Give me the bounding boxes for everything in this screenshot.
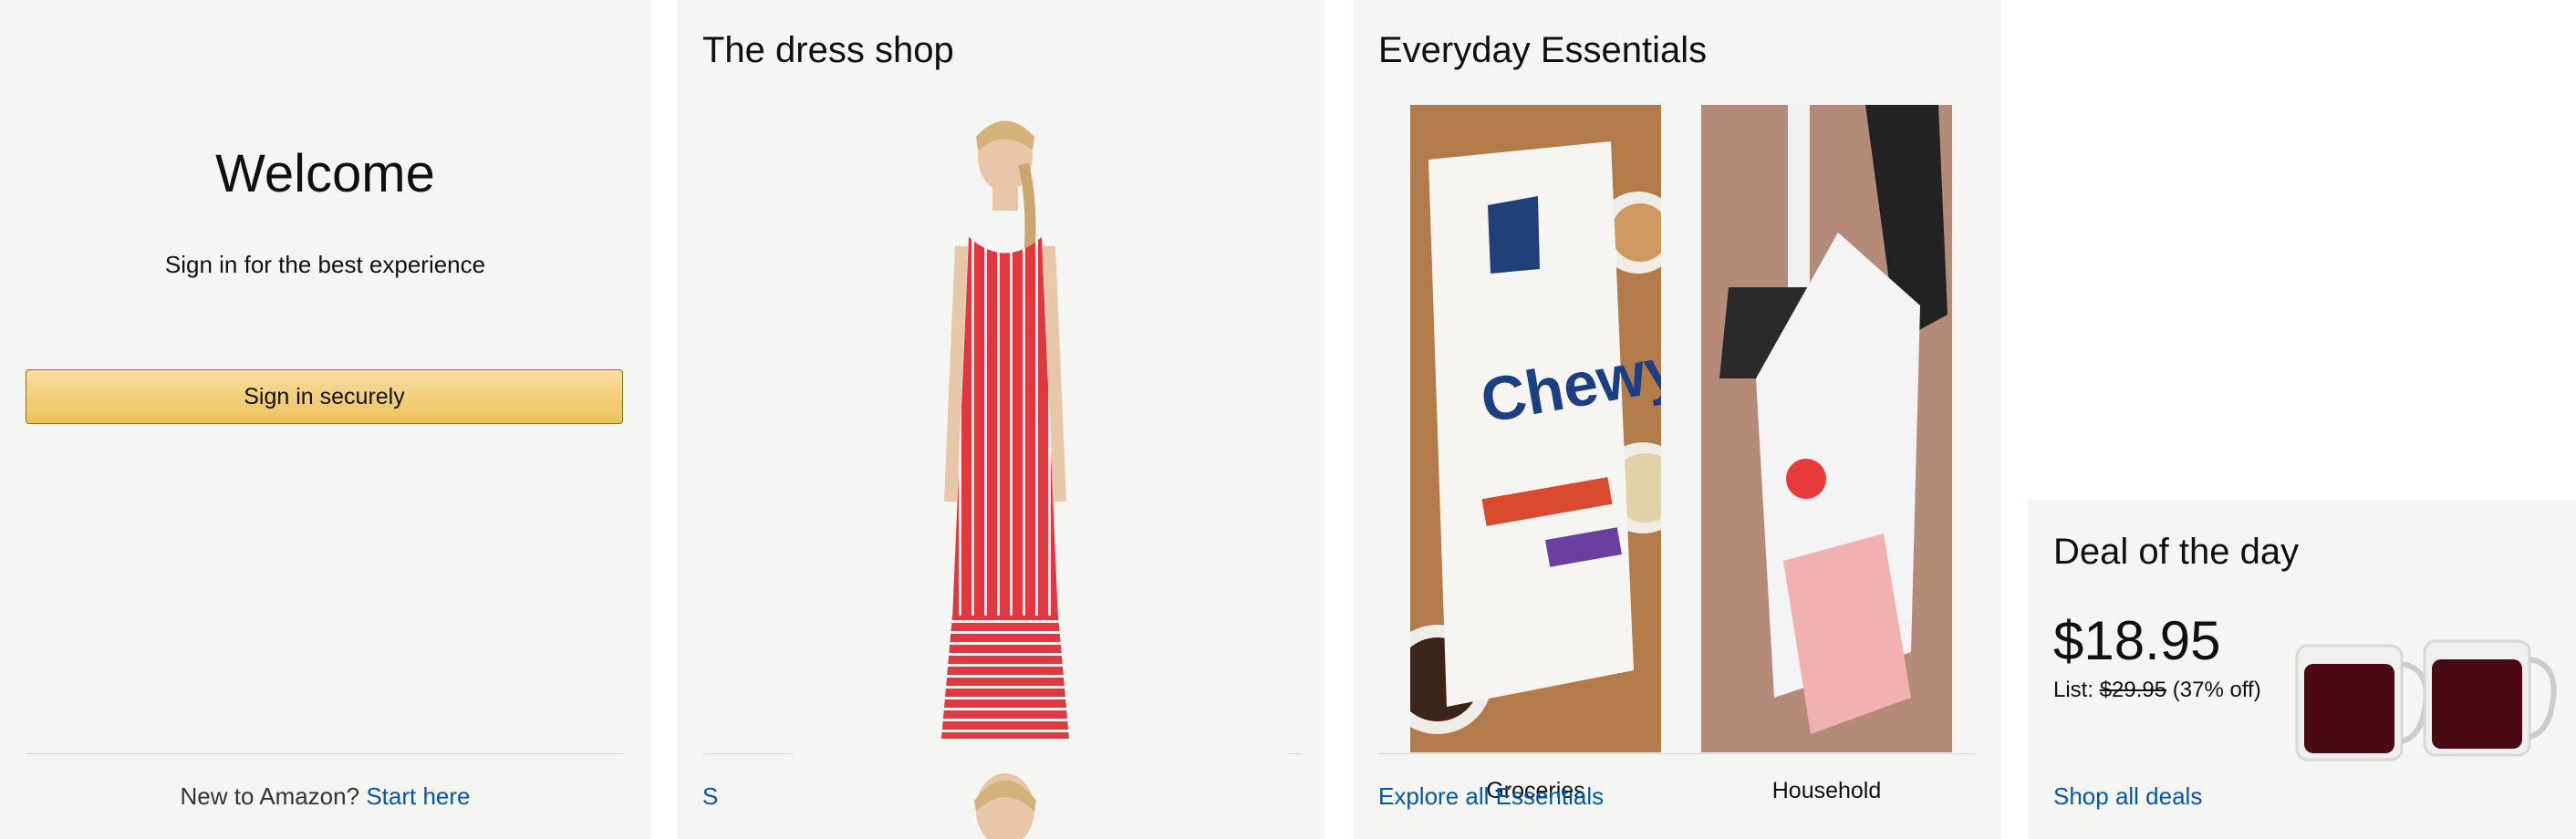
- divider: [26, 753, 623, 754]
- household-label: Household: [1771, 778, 1882, 803]
- everyday-essentials-card: Everyday Essentials Chewy Groceries Hous…: [1353, 0, 2001, 839]
- dress-image[interactable]: [887, 109, 1124, 748]
- new-customer-prompt: New to Amazon?: [180, 782, 360, 810]
- divider: [1378, 753, 1976, 754]
- welcome-heading: Welcome: [215, 144, 435, 203]
- list-price: $29.95: [2099, 678, 2167, 702]
- start-here-link[interactable]: Start here: [366, 782, 470, 810]
- household-image[interactable]: [1701, 105, 1952, 752]
- discount-text: (37% off): [2172, 678, 2261, 702]
- dress-image-peek: [974, 773, 1036, 839]
- shop-all-deals-link[interactable]: Shop all deals: [2053, 781, 2202, 812]
- list-price-line: List: $29.95 (37% off): [2053, 677, 2261, 704]
- new-customer-line: New to Amazon? Start here: [0, 781, 650, 812]
- deal-price: $18.95: [2053, 610, 2221, 671]
- card-title: Everyday Essentials: [1378, 30, 1708, 70]
- groceries-image[interactable]: Chewy: [1410, 105, 1661, 752]
- list-label: List:: [2053, 678, 2094, 702]
- welcome-card: Welcome Sign in for the best experience …: [0, 0, 650, 839]
- deal-of-the-day-card: Deal of the day $18.95 List: $29.95 (37%…: [2028, 500, 2576, 839]
- sign-in-button[interactable]: Sign in securely: [26, 369, 623, 424]
- card-title: Deal of the day: [2053, 532, 2300, 572]
- explore-essentials-link[interactable]: Explore all Essentials: [1378, 781, 1604, 812]
- dress-shop-link[interactable]: S: [702, 781, 718, 812]
- divider: [1288, 753, 1302, 754]
- welcome-subheading: Sign in for the best experience: [164, 251, 486, 278]
- divider: [702, 753, 794, 754]
- dress-shop-card: The dress shop S: [677, 0, 1325, 839]
- glass-mugs-image[interactable]: [2288, 637, 2561, 773]
- card-title: The dress shop: [702, 30, 954, 70]
